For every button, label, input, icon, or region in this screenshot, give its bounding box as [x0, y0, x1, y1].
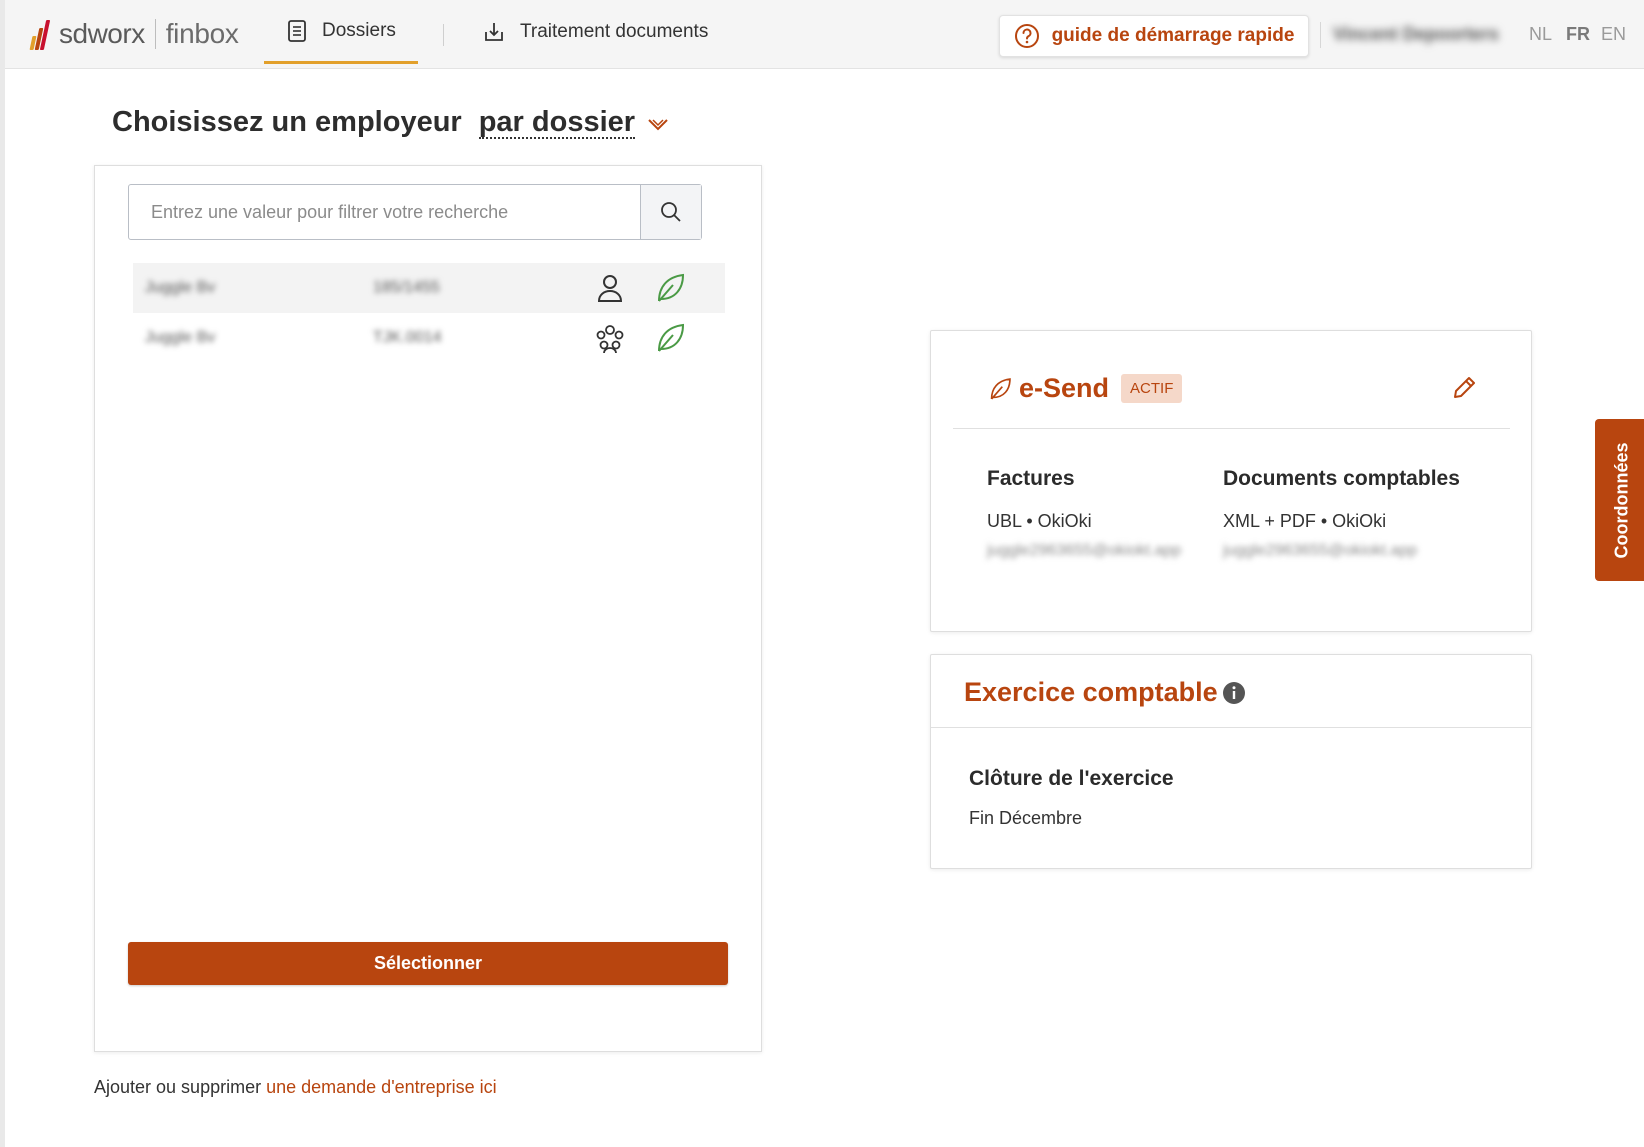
employer-code: 185/1455: [373, 279, 440, 296]
accounting-docs-heading: Documents comptables: [1223, 467, 1460, 490]
employer-row[interactable]: Juggle Bv 185/1455: [133, 263, 725, 313]
employer-code: TJK.0014: [373, 329, 442, 346]
divider: [931, 727, 1531, 728]
lang-nl[interactable]: NL: [1529, 24, 1552, 45]
info-icon[interactable]: [1222, 681, 1246, 705]
invoices-column: Factures UBL • OkiOki juggle2963655@okio…: [987, 467, 1181, 560]
question-circle-icon: [1014, 24, 1039, 48]
accounting-docs-column: Documents comptables XML + PDF • OkiOki …: [1223, 467, 1460, 560]
lang-en[interactable]: EN: [1601, 24, 1626, 45]
fiscal-year-close-value: Fin Décembre: [969, 808, 1083, 828]
chevron-down-icon[interactable]: [647, 116, 669, 132]
search-input[interactable]: [129, 185, 640, 239]
leaf-icon: [658, 273, 685, 302]
footer-text: Ajouter ou supprimer une demande d'entre…: [94, 1077, 497, 1098]
leaf-icon: [658, 323, 685, 352]
guide-label: guide de démarrage rapide: [1051, 25, 1295, 46]
user-name[interactable]: Vincent Depoorters: [1333, 24, 1499, 45]
tab-dossiers[interactable]: Dossiers: [264, 0, 418, 64]
pencil-icon[interactable]: [1451, 375, 1477, 401]
search-button[interactable]: [640, 185, 701, 239]
user-separator: [1320, 22, 1321, 48]
employer-row[interactable]: Juggle Bv TJK.0014: [133, 313, 725, 363]
nav-separator: [443, 24, 444, 46]
coordinates-side-tab[interactable]: Coordonnées: [1595, 419, 1644, 581]
esend-header: e-Send ACTIF: [987, 373, 1183, 404]
group-icon: [596, 325, 624, 354]
invoices-format: UBL • OkiOki: [987, 511, 1092, 531]
select-button[interactable]: Sélectionner: [128, 942, 728, 985]
fiscal-year-title-text: Exercice comptable: [964, 677, 1218, 707]
sdworx-finbox-logo[interactable]: sdworx finbox: [27, 14, 239, 54]
search-box: [128, 184, 702, 240]
esend-title: e-Send: [1019, 373, 1110, 403]
accounting-docs-format: XML + PDF • OkiOki: [1223, 511, 1387, 531]
invoices-email: juggle2963655@okiokt.app: [987, 542, 1182, 559]
person-icon: [597, 275, 623, 302]
search-icon: [661, 202, 681, 222]
download-tray-icon: [485, 23, 503, 41]
fiscal-year-title: Exercice comptable: [964, 677, 1246, 708]
page-title: Choisissez un employeur par dossier: [112, 106, 669, 139]
employer-list-panel: Juggle Bv 185/1455 Juggle Bv TJK.0014: [94, 165, 762, 1052]
employer-name: Juggle Bv: [145, 279, 216, 296]
status-badge: ACTIF: [1121, 374, 1183, 403]
invoices-heading: Factures: [987, 467, 1075, 490]
accounting-docs-email: juggle2963655@okiokt.app: [1223, 542, 1418, 559]
fiscal-year-card: Exercice comptable Clôture de l'exercice…: [930, 654, 1532, 869]
tab-traitement-label: Traitement documents: [520, 21, 709, 42]
page-title-text: Choisissez un employeur: [112, 106, 462, 138]
lang-fr[interactable]: FR: [1566, 24, 1590, 45]
logo-bars-icon: [27, 14, 57, 54]
footer-prefix: Ajouter ou supprimer: [94, 1077, 267, 1097]
logo-separator: [154, 19, 156, 49]
logo-brand: sdworx: [59, 18, 145, 49]
top-header: sdworx finbox Dossiers Traitement docume…: [5, 0, 1644, 69]
esend-card: e-Send ACTIF Factures UBL • OkiOki juggl…: [930, 330, 1532, 632]
document-list-icon: [288, 19, 306, 42]
page: sdworx finbox Dossiers Traitement docume…: [0, 0, 1644, 1147]
coordinates-label: Coordonnées: [1611, 441, 1632, 559]
tab-dossiers-label: Dossiers: [322, 19, 396, 41]
company-request-link[interactable]: une demande d'entreprise ici: [266, 1077, 497, 1097]
tab-traitement-documents[interactable]: Traitement documents: [460, 0, 730, 64]
employer-name: Juggle Bv: [145, 329, 216, 346]
logo-product: finbox: [165, 18, 239, 49]
divider: [953, 428, 1510, 429]
leaf-icon: [990, 377, 1011, 399]
filter-mode-dropdown[interactable]: par dossier: [478, 107, 636, 139]
quick-start-guide-button[interactable]: guide de démarrage rapide: [999, 15, 1309, 57]
fiscal-year-close-label: Clôture de l'exercice: [969, 767, 1174, 790]
